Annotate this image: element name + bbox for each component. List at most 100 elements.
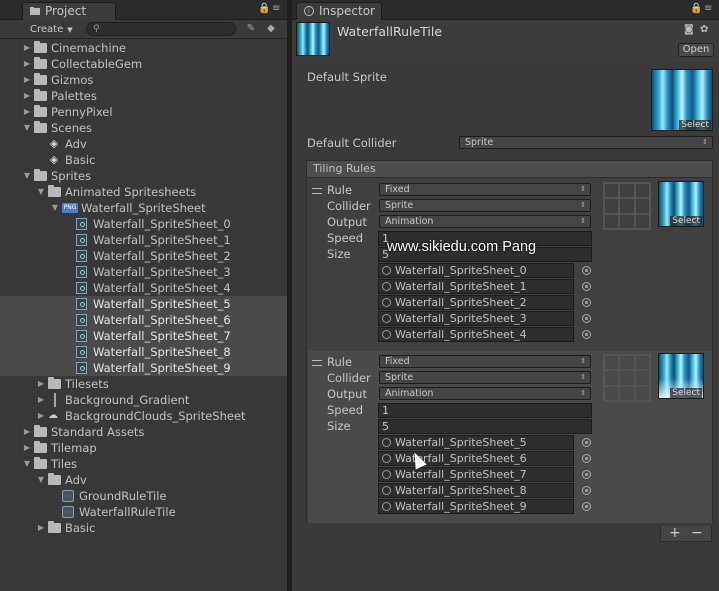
tree-item[interactable]: ▼ PNG Waterfall_SpriteSheet bbox=[0, 200, 287, 216]
filter-by-type-icon[interactable]: ✎ bbox=[244, 22, 258, 36]
object-picker-icon[interactable] bbox=[582, 502, 591, 511]
tree-item[interactable]: Waterfall_SpriteSheet_4 bbox=[0, 280, 287, 296]
drag-handle-icon[interactable] bbox=[312, 360, 322, 366]
tree-item[interactable]: ▼ Sprites bbox=[0, 168, 287, 184]
tree-item[interactable]: ▶ Background_Gradient bbox=[0, 392, 287, 408]
tree-item[interactable]: ▶ Standard Assets bbox=[0, 424, 287, 440]
create-button[interactable]: Create ▼ bbox=[26, 22, 78, 37]
speed-field[interactable]: 1 bbox=[378, 403, 592, 418]
object-picker-icon[interactable] bbox=[582, 266, 591, 275]
output-dropdown[interactable]: Animation ⇕ bbox=[379, 215, 591, 228]
tree-item[interactable]: ▶ PennyPixel bbox=[0, 104, 287, 120]
tree-item[interactable]: ▶ CollectableGem bbox=[0, 56, 287, 72]
collapsed-arrow-icon[interactable]: ▶ bbox=[36, 520, 46, 536]
object-picker-icon[interactable] bbox=[582, 330, 591, 339]
tree-item[interactable]: Waterfall_SpriteSheet_5 bbox=[0, 296, 287, 312]
rule-sprite-field[interactable]: Select bbox=[658, 181, 704, 227]
expanded-arrow-icon[interactable]: ▼ bbox=[36, 472, 46, 488]
panel-menu-icon[interactable]: ≡ bbox=[704, 3, 712, 14]
tree-item[interactable]: ▼ Animated Spritesheets bbox=[0, 184, 287, 200]
sprite-object-field[interactable]: Waterfall_SpriteSheet_8 bbox=[378, 483, 574, 498]
sprite-object-field[interactable]: Waterfall_SpriteSheet_9 bbox=[378, 499, 574, 514]
object-picker-icon[interactable] bbox=[582, 314, 591, 323]
add-rule-button[interactable]: + bbox=[669, 525, 681, 541]
tab-project[interactable]: Project bbox=[22, 2, 116, 20]
tree-item[interactable]: ▼ Scenes bbox=[0, 120, 287, 136]
collapsed-arrow-icon[interactable]: ▶ bbox=[22, 56, 32, 72]
collapsed-arrow-icon[interactable]: ▶ bbox=[22, 440, 32, 456]
object-picker-icon[interactable] bbox=[582, 282, 591, 291]
collapsed-arrow-icon[interactable]: ▶ bbox=[22, 40, 32, 56]
lock-icon[interactable]: 🔒 bbox=[690, 3, 702, 14]
collider-dropdown[interactable]: Sprite ⇕ bbox=[379, 371, 591, 384]
tree-item[interactable]: WaterfallRuleTile bbox=[0, 504, 287, 520]
collapsed-arrow-icon[interactable]: ▶ bbox=[36, 376, 46, 392]
collapsed-arrow-icon[interactable]: ▶ bbox=[22, 72, 32, 88]
neighbor-rule-grid[interactable] bbox=[603, 354, 651, 402]
tree-item[interactable]: Waterfall_SpriteSheet_2 bbox=[0, 248, 287, 264]
tree-item[interactable]: Waterfall_SpriteSheet_0 bbox=[0, 216, 287, 232]
select-button[interactable]: Select bbox=[670, 388, 702, 398]
sprite-object-field[interactable]: Waterfall_SpriteSheet_3 bbox=[378, 311, 574, 326]
gear-icon[interactable]: ✿ bbox=[700, 24, 708, 35]
tree-item[interactable]: Waterfall_SpriteSheet_3 bbox=[0, 264, 287, 280]
search-input[interactable]: ⚲ bbox=[86, 22, 236, 36]
sprite-object-field[interactable]: Waterfall_SpriteSheet_4 bbox=[378, 327, 574, 342]
object-picker-icon[interactable] bbox=[582, 438, 591, 447]
expanded-arrow-icon[interactable]: ▼ bbox=[22, 120, 32, 136]
tree-item[interactable]: GroundRuleTile bbox=[0, 488, 287, 504]
expanded-arrow-icon[interactable]: ▼ bbox=[22, 168, 32, 184]
tree-item[interactable]: ▶ ☁ BackgroundClouds_SpriteSheet bbox=[0, 408, 287, 424]
filter-by-label-icon[interactable]: ◆ bbox=[264, 22, 278, 36]
tree-item[interactable]: ▶ Palettes bbox=[0, 88, 287, 104]
object-picker-icon[interactable] bbox=[582, 454, 591, 463]
tree-item[interactable]: Waterfall_SpriteSheet_8 bbox=[0, 344, 287, 360]
sprite-object-field[interactable]: Waterfall_SpriteSheet_1 bbox=[378, 279, 574, 294]
object-picker-icon[interactable] bbox=[582, 298, 591, 307]
lock-icon[interactable]: 🔒 bbox=[258, 3, 270, 14]
panel-menu-icon[interactable]: ≡ bbox=[272, 3, 280, 14]
default-collider-dropdown[interactable]: Sprite ⇕ bbox=[459, 136, 713, 149]
open-button[interactable]: Open bbox=[678, 43, 714, 57]
sprite-object-field[interactable]: Waterfall_SpriteSheet_7 bbox=[378, 467, 574, 482]
collapsed-arrow-icon[interactable]: ▶ bbox=[22, 88, 32, 104]
sprite-object-field[interactable]: Waterfall_SpriteSheet_6 bbox=[378, 451, 574, 466]
collapsed-arrow-icon[interactable]: ▶ bbox=[36, 392, 46, 408]
tree-item[interactable]: ▶ Tilemap bbox=[0, 440, 287, 456]
collider-dropdown[interactable]: Sprite ⇕ bbox=[379, 199, 591, 212]
object-picker-icon[interactable] bbox=[582, 470, 591, 479]
tab-inspector[interactable]: i Inspector bbox=[296, 2, 382, 20]
neighbor-rule-grid[interactable] bbox=[603, 182, 651, 230]
expanded-arrow-icon[interactable]: ▼ bbox=[22, 456, 32, 472]
tree-item[interactable]: Waterfall_SpriteSheet_9 bbox=[0, 360, 287, 376]
tree-item[interactable]: ◈ Basic bbox=[0, 152, 287, 168]
tree-item[interactable]: ▶ Basic bbox=[0, 520, 287, 536]
default-sprite-field[interactable]: Select bbox=[651, 69, 713, 131]
tree-item[interactable]: Waterfall_SpriteSheet_7 bbox=[0, 328, 287, 344]
output-dropdown[interactable]: Animation ⇕ bbox=[379, 387, 591, 400]
tree-item[interactable]: ▶ Tilesets bbox=[0, 376, 287, 392]
tree-item[interactable]: ▼ Tiles bbox=[0, 456, 287, 472]
size-field[interactable]: 5 bbox=[378, 419, 592, 434]
drag-handle-icon[interactable] bbox=[312, 188, 322, 194]
rule-dropdown[interactable]: Fixed ⇕ bbox=[379, 183, 591, 196]
collapsed-arrow-icon[interactable]: ▶ bbox=[22, 424, 32, 440]
collapsed-arrow-icon[interactable]: ▶ bbox=[22, 104, 32, 120]
remove-rule-button[interactable]: − bbox=[691, 525, 703, 541]
select-button[interactable]: Select bbox=[670, 216, 702, 226]
expanded-arrow-icon[interactable]: ▼ bbox=[50, 200, 60, 216]
sprite-object-field[interactable]: Waterfall_SpriteSheet_2 bbox=[378, 295, 574, 310]
select-button[interactable]: Select bbox=[679, 120, 711, 130]
help-icon[interactable]: ◙ bbox=[684, 24, 694, 35]
rule-dropdown[interactable]: Fixed ⇕ bbox=[379, 355, 591, 368]
sprite-object-field[interactable]: Waterfall_SpriteSheet_0 bbox=[378, 263, 574, 278]
tree-item[interactable]: ▼ Adv bbox=[0, 472, 287, 488]
object-picker-icon[interactable] bbox=[582, 486, 591, 495]
tree-item[interactable]: Waterfall_SpriteSheet_1 bbox=[0, 232, 287, 248]
sprite-object-field[interactable]: Waterfall_SpriteSheet_5 bbox=[378, 435, 574, 450]
rule-sprite-field[interactable]: Select bbox=[658, 353, 704, 399]
collapsed-arrow-icon[interactable]: ▶ bbox=[36, 408, 46, 424]
tree-item[interactable]: ▶ Gizmos bbox=[0, 72, 287, 88]
tree-item[interactable]: ▶ Cinemachine bbox=[0, 40, 287, 56]
tree-item[interactable]: Waterfall_SpriteSheet_6 bbox=[0, 312, 287, 328]
